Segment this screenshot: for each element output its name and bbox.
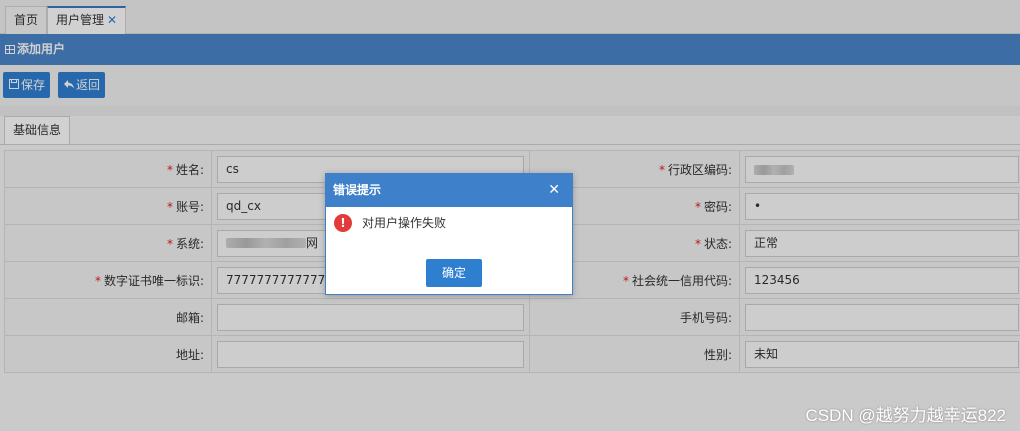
error-dialog: 错误提示 ✕ ! 对用户操作失败 确定 <box>325 173 573 295</box>
confirm-button[interactable]: 确定 <box>426 259 482 287</box>
dialog-title: 错误提示 <box>333 183 382 197</box>
dialog-body: ! 对用户操作失败 <box>326 207 572 253</box>
dialog-header: 错误提示 ✕ <box>326 174 572 207</box>
dialog-message: 对用户操作失败 <box>362 215 447 230</box>
error-icon: ! <box>334 213 352 232</box>
close-icon[interactable]: ✕ <box>548 174 560 207</box>
watermark: CSDN @越努力越幸运822 <box>805 406 1006 425</box>
